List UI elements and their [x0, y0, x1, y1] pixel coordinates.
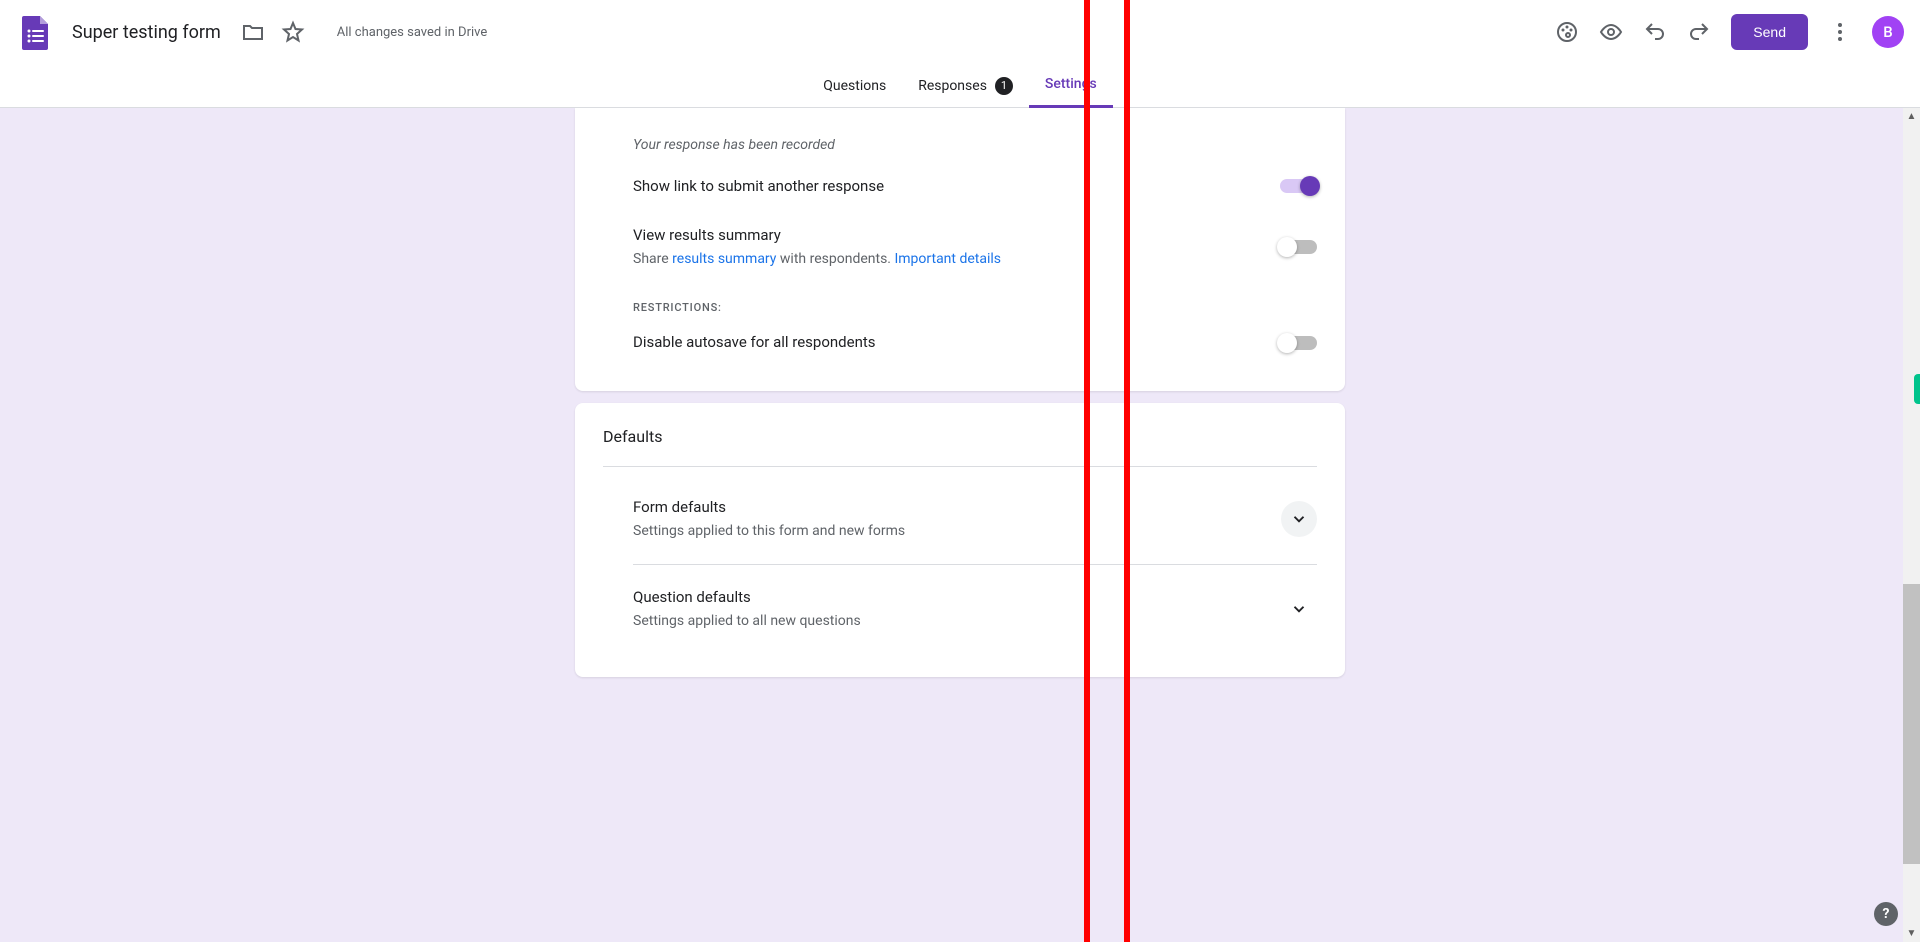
question-defaults-row: Question defaults Settings applied to al…: [633, 565, 1317, 654]
tab-label: Responses: [918, 78, 987, 94]
toggle-disable-autosave[interactable]: [1280, 336, 1317, 350]
send-button[interactable]: Send: [1731, 14, 1808, 50]
row-title: Question defaults: [633, 587, 1281, 608]
expand-question-defaults[interactable]: [1281, 591, 1317, 627]
row-description: Settings applied to this form and new fo…: [633, 522, 1281, 542]
setting-label: View results summary: [633, 225, 1280, 246]
star-icon[interactable]: [273, 12, 313, 52]
redo-icon[interactable]: [1679, 12, 1719, 52]
forms-logo[interactable]: [16, 12, 56, 52]
undo-icon[interactable]: [1635, 12, 1675, 52]
help-icon[interactable]: ?: [1874, 902, 1898, 926]
header: Super testing form All changes saved in …: [0, 0, 1920, 64]
side-nub: [1914, 374, 1920, 404]
setting-label: Disable autosave for all respondents: [633, 332, 1280, 353]
tab-questions[interactable]: Questions: [807, 64, 902, 108]
setting-description: Share results summary with respondents. …: [633, 250, 1280, 270]
setting-label: Show link to submit another response: [633, 176, 1280, 197]
customize-theme-icon[interactable]: [1547, 12, 1587, 52]
setting-results-summary: View results summary Share results summa…: [633, 211, 1317, 284]
restrictions-label: RESTRICTIONS:: [633, 283, 1317, 318]
tab-bar: Questions Responses 1 Settings: [0, 64, 1920, 108]
row-title: Form defaults: [633, 497, 1281, 518]
defaults-card: Defaults Form defaults Settings applied …: [575, 403, 1345, 677]
scroll-thumb[interactable]: [1903, 584, 1920, 864]
expand-form-defaults[interactable]: [1281, 501, 1317, 537]
tab-settings[interactable]: Settings: [1029, 64, 1113, 108]
scroll-up-icon[interactable]: ▲: [1903, 108, 1920, 125]
toggle-submit-another[interactable]: [1280, 179, 1317, 193]
tab-responses[interactable]: Responses 1: [902, 64, 1029, 108]
save-status: All changes saved in Drive: [337, 25, 488, 40]
form-title[interactable]: Super testing form: [72, 22, 221, 43]
header-actions: Send B: [1547, 12, 1904, 52]
move-to-folder-icon[interactable]: [233, 12, 273, 52]
more-options-icon[interactable]: [1820, 12, 1860, 52]
results-summary-link[interactable]: results summary: [672, 251, 776, 267]
setting-disable-autosave: Disable autosave for all respondents: [633, 318, 1317, 367]
responses-badge: 1: [995, 77, 1013, 95]
preview-icon[interactable]: [1591, 12, 1631, 52]
account-avatar[interactable]: B: [1872, 16, 1904, 48]
card-title: Defaults: [603, 427, 1317, 467]
presentation-card: Your response has been recorded Show lin…: [575, 108, 1345, 391]
scroll-down-icon[interactable]: ▼: [1903, 925, 1920, 942]
tab-label: Settings: [1045, 76, 1097, 92]
scrollbar-vertical[interactable]: ▲ ▼: [1903, 108, 1920, 942]
important-details-link[interactable]: Important details: [894, 251, 1001, 267]
tab-label: Questions: [823, 78, 886, 94]
setting-submit-another: Show link to submit another response: [633, 162, 1317, 211]
body-area: Your response has been recorded Show lin…: [0, 108, 1920, 942]
confirmation-message-preview: Your response has been recorded: [633, 136, 1317, 162]
form-defaults-row: Form defaults Settings applied to this f…: [633, 475, 1317, 565]
toggle-results-summary[interactable]: [1280, 240, 1317, 254]
row-description: Settings applied to all new questions: [633, 612, 1281, 632]
